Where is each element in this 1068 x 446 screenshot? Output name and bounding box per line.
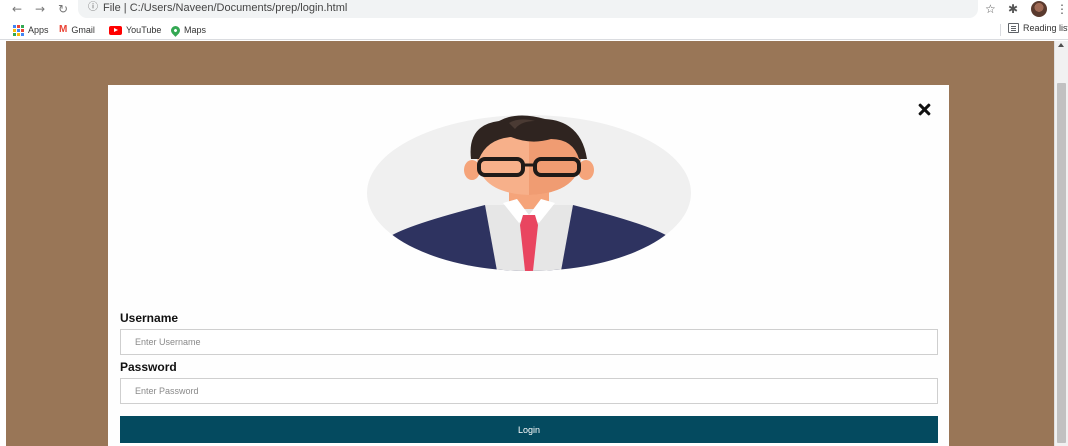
bookmark-star-icon[interactable]: ☆ (985, 1, 996, 17)
reload-icon[interactable]: ↻ (58, 1, 68, 17)
forward-icon[interactable]: → (35, 1, 45, 17)
bookmark-youtube[interactable]: YouTube (109, 23, 161, 37)
bookmark-label: Gmail (71, 25, 95, 35)
bookmarks-divider (1000, 24, 1001, 36)
user-avatar-icon (367, 115, 691, 271)
bookmarks-bar: Apps M Gmail YouTube Maps Reading list (0, 20, 1068, 40)
bookmark-maps[interactable]: Maps (169, 23, 207, 37)
password-label: Password (120, 360, 177, 374)
close-icon[interactable] (916, 101, 934, 119)
extensions-icon[interactable]: ✱ (1008, 1, 1018, 17)
site-info-icon[interactable]: ⓘ (88, 2, 98, 14)
username-input[interactable] (120, 329, 938, 355)
login-modal: Username Password Login (108, 85, 949, 446)
scroll-thumb[interactable] (1057, 83, 1066, 443)
username-label: Username (120, 311, 179, 325)
reading-list-label: Reading list (1023, 23, 1068, 33)
url-text[interactable]: File | C:/Users/Naveen/Documents/prep/lo… (103, 2, 347, 14)
password-input[interactable] (120, 378, 938, 404)
reading-list-icon (1008, 23, 1019, 33)
reading-list-button[interactable]: Reading list (1008, 23, 1068, 33)
scrollbar[interactable] (1054, 41, 1068, 446)
bookmark-gmail[interactable]: M Gmail (59, 23, 95, 37)
browser-toolbar: ← → ↻ ⓘ File | C:/Users/Naveen/Documents… (0, 0, 1068, 20)
login-button[interactable]: Login (120, 416, 938, 443)
profile-avatar[interactable] (1031, 1, 1047, 17)
back-icon[interactable]: ← (12, 1, 22, 17)
scroll-up-icon[interactable] (1058, 43, 1064, 47)
gmail-icon: M (59, 24, 68, 35)
apps-grid-icon (13, 24, 24, 36)
bookmark-label: Maps (184, 25, 207, 35)
address-bar[interactable]: ⓘ File | C:/Users/Naveen/Documents/prep/… (78, 0, 978, 18)
page-viewport: Username Password Login (6, 41, 1054, 446)
youtube-icon (109, 25, 122, 35)
maps-icon (169, 23, 182, 37)
browser-menu-icon[interactable]: ⋮ (1056, 1, 1068, 17)
bookmark-apps[interactable]: Apps (13, 23, 49, 37)
bookmark-label: Apps (28, 25, 49, 35)
bookmark-label: YouTube (126, 25, 162, 35)
